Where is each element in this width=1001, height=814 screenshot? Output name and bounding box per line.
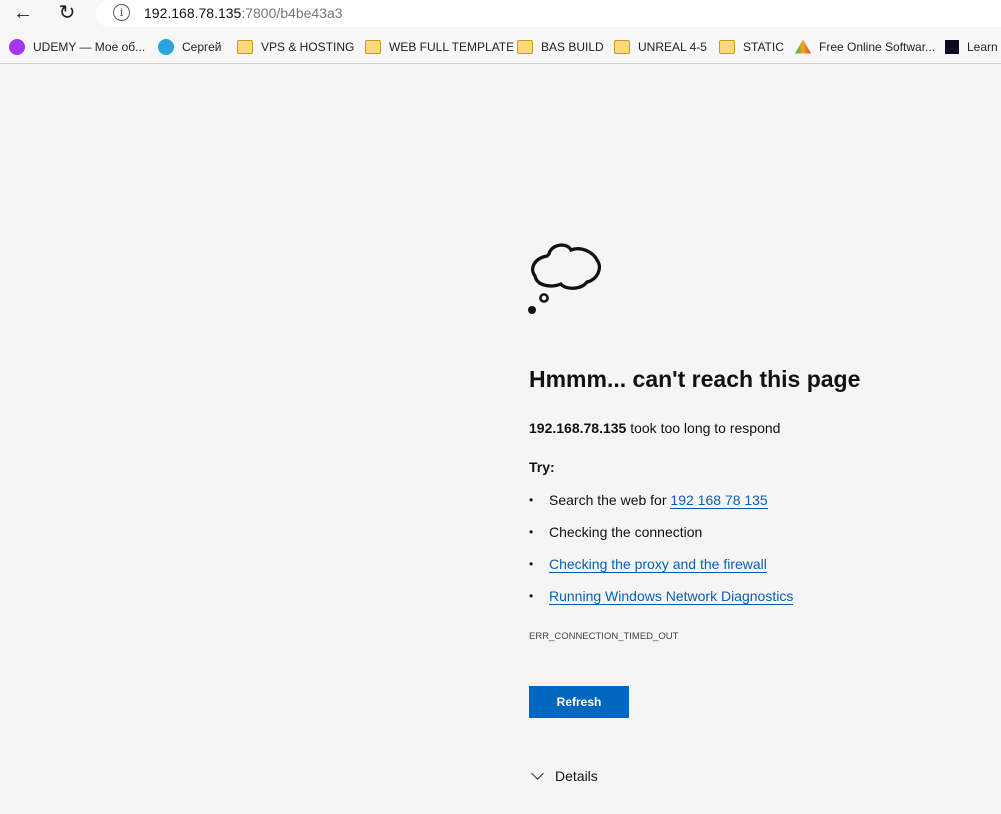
list-item: Running Windows Network Diagnostics [529, 588, 794, 620]
folder-icon [719, 39, 735, 54]
details-toggle[interactable]: Details [531, 767, 598, 784]
triangle-logo-icon [795, 39, 811, 54]
bookmark-telegram[interactable]: Сергей [158, 30, 222, 63]
udemy-icon [9, 38, 25, 55]
url-text[interactable]: 192.168.78.135:7800/b4be43a3 [144, 5, 343, 21]
bookmark-folder-web[interactable]: WEB FULL TEMPLATE [365, 30, 514, 63]
folder-icon [517, 39, 533, 54]
freecodecamp-icon [945, 39, 959, 54]
bookmark-folder-static[interactable]: STATIC [719, 30, 784, 63]
bookmark-folder-vps[interactable]: VPS & HOSTING [237, 30, 354, 63]
address-bar[interactable]: i 192.168.78.135:7800/b4be43a3 [96, 0, 1001, 27]
page-title: Hmmm... can't reach this page [529, 366, 861, 392]
telegram-icon [158, 38, 174, 55]
browser-toolbar: ← ↻ i 192.168.78.135:7800/b4be43a3 [0, 0, 1001, 30]
bookmarks-bar: UDEMY — Мое об... Сергей VPS & HOSTING W… [0, 30, 1001, 64]
try-label: Try: [529, 459, 555, 475]
list-item: Search the web for 192 168 78 135 [529, 492, 793, 524]
folder-icon [237, 39, 253, 54]
chevron-down-icon [531, 767, 544, 780]
search-link[interactable]: 192 168 78 135 [670, 492, 768, 509]
error-code: ERR_CONNECTION_TIMED_OUT [529, 631, 679, 642]
error-message: 192.168.78.135 took too long to respond [529, 420, 781, 436]
back-icon[interactable]: ← [10, 2, 36, 24]
thought-cloud-icon [528, 243, 602, 314]
bookmark-folder-unreal[interactable]: UNREAL 4-5 [614, 30, 707, 63]
info-icon[interactable]: i [113, 4, 130, 21]
folder-icon [614, 39, 630, 54]
bookmark-learn[interactable]: Learn [945, 30, 998, 63]
suggestions-list: Search the web for 192 168 78 135 Checki… [529, 492, 794, 620]
proxy-firewall-link[interactable]: Checking the proxy and the firewall [549, 556, 767, 573]
network-diagnostics-link[interactable]: Running Windows Network Diagnostics [549, 588, 794, 605]
refresh-icon[interactable]: ↻ [54, 2, 80, 24]
bookmark-free-online-software[interactable]: Free Online Softwar... [795, 30, 935, 63]
list-item: Checking the connection [529, 524, 793, 556]
folder-icon [365, 39, 381, 54]
bookmark-udemy[interactable]: UDEMY — Мое об... [9, 30, 145, 63]
bookmark-folder-bas[interactable]: BAS BUILD [517, 30, 604, 63]
list-item: Checking the proxy and the firewall [529, 556, 793, 588]
refresh-button[interactable]: Refresh [529, 686, 629, 718]
